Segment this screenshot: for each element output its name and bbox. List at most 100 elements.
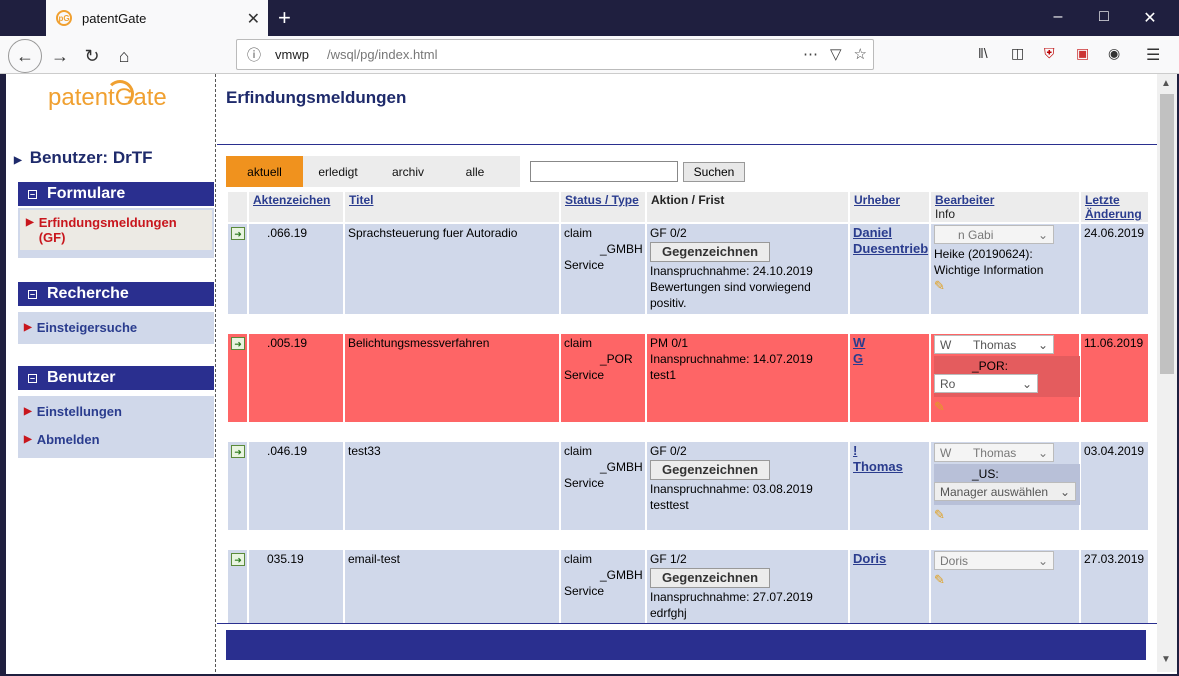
- header-letzte-aenderung[interactable]: Letzte Änderung: [1081, 192, 1148, 222]
- pencil-icon[interactable]: ✎: [934, 278, 945, 293]
- header-aktion: Aktion / Frist: [647, 192, 848, 222]
- cell-aktion: GF 0/2 Gegenzeichnen Inanspruchnahme: 03…: [647, 442, 848, 530]
- url-bar[interactable]: ⓘ vmwp /wsql/pg/index.html ⋯ ▽ ☆: [236, 39, 874, 70]
- sidebar-item-abmelden[interactable]: ▶ Abmelden: [18, 424, 214, 452]
- info-icon[interactable]: ⓘ: [247, 45, 261, 65]
- bearbeiter-select[interactable]: W Thomas ⌄: [934, 443, 1054, 462]
- footer-bar: [226, 630, 1146, 660]
- header-aktenzeichen[interactable]: Aktenzeichen: [249, 192, 343, 222]
- footer-divider: [217, 623, 1157, 624]
- cell-icon[interactable]: ➜: [228, 224, 247, 314]
- account-icon[interactable]: ◉: [1108, 45, 1120, 62]
- pencil-icon[interactable]: ✎: [934, 572, 945, 587]
- manager-select[interactable]: Ro ⌄: [934, 374, 1038, 393]
- cell-status: claim _POR Service: [561, 334, 645, 422]
- back-icon[interactable]: ←: [8, 39, 42, 73]
- maximize-icon[interactable]: □: [1094, 8, 1114, 26]
- chevron-down-icon: ⌄: [1037, 445, 1048, 460]
- scroll-thumb[interactable]: [1160, 94, 1174, 374]
- new-tab-icon[interactable]: +: [278, 5, 291, 31]
- records-table: Aktenzeichen Titel Status / Type Aktion …: [226, 190, 1148, 624]
- manager-box: _US: Manager auswählen ⌄: [934, 464, 1080, 505]
- pencil-icon[interactable]: ✎: [934, 399, 945, 414]
- gegenzeichnen-button[interactable]: Gegenzeichnen: [650, 568, 770, 588]
- collapse-icon[interactable]: –: [28, 289, 37, 299]
- menu-icon[interactable]: ☰: [1146, 45, 1160, 65]
- cell-urheber[interactable]: W G: [850, 334, 929, 422]
- table-row: ➜ .005.19 Belichtungsmessverfahren claim…: [228, 334, 1148, 422]
- sidebar-item-einstellungen[interactable]: ▶ Einstellungen: [18, 396, 214, 424]
- cell-aktion: GF 1/2 Gegenzeichnen Inanspruchnahme: 27…: [647, 550, 848, 624]
- table-row: ➜ .066.19 Sprachsteuerung fuer Autoradio…: [228, 224, 1148, 314]
- open-record-icon[interactable]: ➜: [231, 337, 245, 350]
- row-gap: [228, 424, 1148, 440]
- section-benutzer[interactable]: – Benutzer: [18, 366, 214, 390]
- tab-aktuell[interactable]: aktuell: [226, 156, 303, 187]
- extension-icon[interactable]: ▣: [1076, 45, 1089, 62]
- row-gap: [228, 532, 1148, 548]
- scroll-down-icon[interactable]: ▼: [1161, 654, 1171, 665]
- sidebar-item-einsteigersuche[interactable]: ▶ Einsteigersuche: [18, 312, 214, 340]
- arrow-icon: ▶: [26, 217, 34, 228]
- cell-titel: Belichtungsmessverfahren: [345, 334, 559, 422]
- table-header-row: Aktenzeichen Titel Status / Type Aktion …: [228, 192, 1148, 222]
- minimize-icon[interactable]: –: [1048, 8, 1068, 26]
- header-status[interactable]: Status / Type: [561, 192, 645, 222]
- browser-navbar: ← → ↻ ⌂ ⓘ vmwp /wsql/pg/index.html ⋯ ▽ ☆…: [0, 36, 1179, 74]
- tab-archiv[interactable]: archiv: [373, 156, 443, 187]
- forward-icon[interactable]: →: [46, 42, 74, 70]
- collapse-icon[interactable]: –: [28, 189, 37, 199]
- section-formulare-body: ▶ Erfindungsmeldungen (GF): [18, 208, 214, 258]
- section-formulare[interactable]: – Formulare: [18, 182, 214, 206]
- more-icon[interactable]: ⋯: [803, 45, 818, 63]
- row-gap: [228, 316, 1148, 332]
- scroll-up-icon[interactable]: ▲: [1161, 78, 1171, 89]
- gegenzeichnen-button[interactable]: Gegenzeichnen: [650, 242, 770, 262]
- reload-icon[interactable]: ↻: [78, 42, 106, 70]
- open-record-icon[interactable]: ➜: [231, 227, 245, 240]
- cell-urheber[interactable]: Doris: [850, 550, 929, 624]
- scrollbar[interactable]: ▲ ▼: [1157, 74, 1177, 672]
- cell-urheber[interactable]: ! Thomas: [850, 442, 929, 530]
- tab-erledigt[interactable]: erledigt: [303, 156, 373, 187]
- logo-arc-icon: [106, 80, 134, 108]
- collapse-icon[interactable]: –: [28, 373, 37, 383]
- sidebar-icon[interactable]: ◫: [1011, 45, 1024, 62]
- library-icon[interactable]: ‖\: [978, 45, 988, 61]
- browser-tabbar: pG patentGate ✕ + – □ ✕: [0, 0, 1179, 36]
- search-input[interactable]: [530, 161, 678, 182]
- star-icon[interactable]: ☆: [854, 45, 867, 63]
- bearbeiter-select[interactable]: W Thomas ⌄: [934, 335, 1054, 354]
- bearbeiter-select[interactable]: n Gabi ⌄: [934, 225, 1054, 244]
- home-icon[interactable]: ⌂: [110, 42, 138, 70]
- sidebar: patentGate ▶ Benutzer: DrTF – Formulare ▶ E…: [6, 74, 216, 672]
- cell-icon[interactable]: ➜: [228, 550, 247, 624]
- cell-datum: 11.06.2019: [1081, 334, 1148, 422]
- open-record-icon[interactable]: ➜: [231, 445, 245, 458]
- header-bearbeiter[interactable]: Bearbeiter Info: [931, 192, 1079, 222]
- sidebar-item-erfindungsmeldungen[interactable]: ▶ Erfindungsmeldungen (GF): [20, 210, 212, 250]
- pocket-icon[interactable]: ▽: [830, 45, 842, 63]
- chevron-down-icon: ⌄: [1037, 337, 1048, 352]
- header-titel[interactable]: Titel: [345, 192, 559, 222]
- open-record-icon[interactable]: ➜: [231, 553, 245, 566]
- tab-alle[interactable]: alle: [443, 156, 507, 187]
- url-path: /wsql/pg/index.html: [326, 47, 438, 62]
- cell-urheber[interactable]: Daniel Duesentrieb: [850, 224, 929, 314]
- manager-select[interactable]: Manager auswählen ⌄: [934, 482, 1076, 501]
- cell-icon[interactable]: ➜: [228, 442, 247, 530]
- search-button[interactable]: Suchen: [683, 162, 745, 182]
- ublock-icon[interactable]: ⛨: [1044, 45, 1055, 62]
- cell-icon[interactable]: ➜: [228, 334, 247, 422]
- pencil-icon[interactable]: ✎: [934, 507, 945, 522]
- bearbeiter-select[interactable]: Doris ⌄: [934, 551, 1054, 570]
- divider: [217, 144, 1157, 145]
- cell-titel: test33: [345, 442, 559, 530]
- tab-close-icon[interactable]: ✕: [247, 9, 260, 29]
- gegenzeichnen-button[interactable]: Gegenzeichnen: [650, 460, 770, 480]
- browser-tab[interactable]: pG patentGate ✕: [46, 0, 268, 36]
- window-close-icon[interactable]: ✕: [1140, 8, 1160, 28]
- header-urheber[interactable]: Urheber: [850, 192, 929, 222]
- section-recherche[interactable]: – Recherche: [18, 282, 214, 306]
- records-table-wrap: Aktenzeichen Titel Status / Type Aktion …: [226, 190, 1148, 624]
